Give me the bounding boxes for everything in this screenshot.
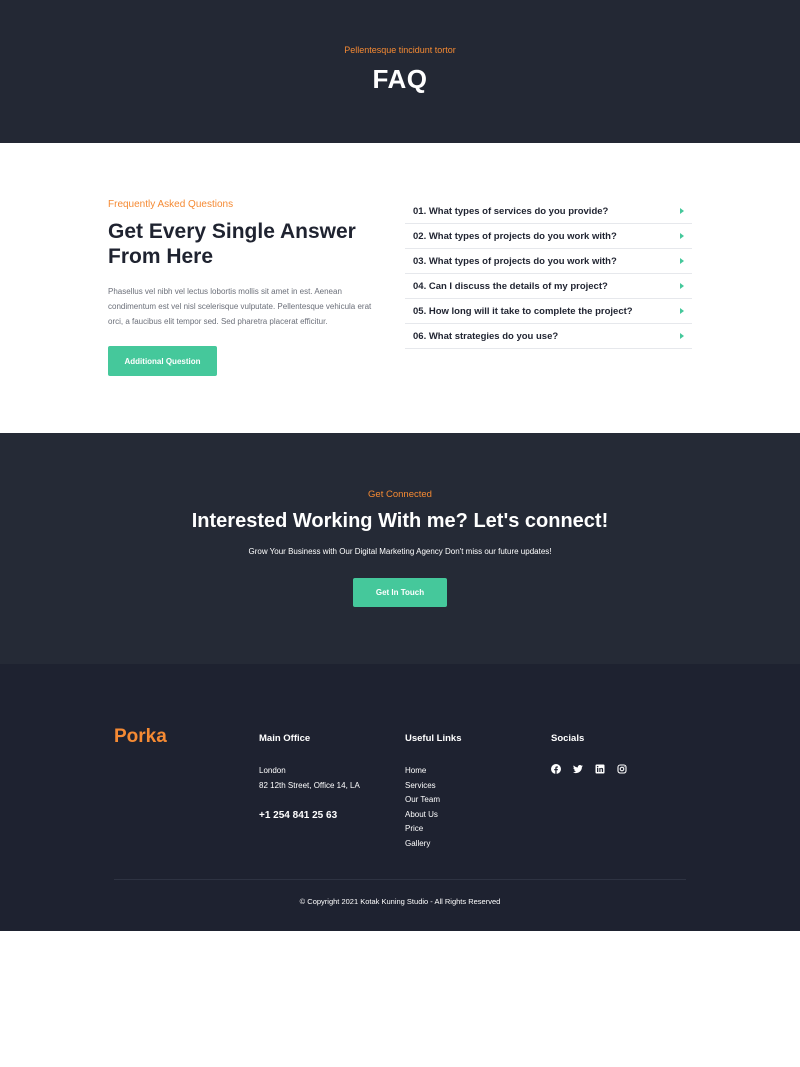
footer-link-services[interactable]: Services	[405, 781, 440, 796]
page-title: FAQ	[372, 64, 428, 94]
faq-question: 02. What types of projects do you work w…	[413, 230, 617, 242]
footer-link-home[interactable]: Home	[405, 766, 440, 781]
connect-subtitle: Grow Your Business with Our Digital Mark…	[248, 547, 552, 556]
footer-link-gallery[interactable]: Gallery	[405, 839, 440, 854]
footer-link-about-us[interactable]: About Us	[405, 810, 440, 825]
main-office-title: Main Office	[259, 733, 311, 744]
caret-right-icon	[680, 208, 684, 214]
faq-question: 06. What strategies do you use?	[413, 330, 559, 342]
page-hero: Pellentesque tincidunt tortor FAQ	[0, 0, 800, 143]
caret-right-icon	[680, 258, 684, 264]
useful-links-list: Home Services Our Team About Us Price Ga…	[405, 766, 440, 854]
office-phone[interactable]: +1 254 841 25 63	[259, 810, 337, 821]
caret-right-icon	[680, 333, 684, 339]
socials-title: Socials	[551, 733, 585, 744]
faq-item-3[interactable]: 03. What types of projects do you work w…	[405, 249, 692, 274]
instagram-icon[interactable]	[617, 764, 627, 774]
social-links	[551, 764, 627, 774]
connect-heading: Interested Working With me? Let's connec…	[191, 510, 609, 532]
faq-question: 03. What types of projects do you work w…	[413, 255, 617, 267]
facebook-icon[interactable]	[551, 764, 561, 774]
linkedin-icon[interactable]	[595, 764, 605, 774]
footer-link-price[interactable]: Price	[405, 824, 440, 839]
faq-item-1[interactable]: 01. What types of services do you provid…	[405, 199, 692, 224]
twitter-icon[interactable]	[573, 764, 583, 774]
copyright-text: © Copyright 2021 Kotak Kuning Studio - A…	[299, 897, 501, 906]
connect-kicker: Get Connected	[368, 489, 432, 500]
footer-link-our-team[interactable]: Our Team	[405, 795, 440, 810]
get-in-touch-button[interactable]: Get In Touch	[353, 578, 447, 607]
footer-divider	[114, 879, 686, 880]
faq-heading: Get Every Single Answer From Here	[108, 220, 356, 268]
connect-section: Get Connected Interested Working With me…	[0, 433, 800, 664]
faq-question: 04. Can I discuss the details of my proj…	[413, 280, 608, 292]
faq-question: 05. How long will it take to complete th…	[413, 305, 633, 317]
additional-question-button[interactable]: Additional Question	[108, 346, 217, 376]
site-footer: Porka Main Office London 82 12th Street,…	[0, 664, 800, 931]
faq-section: Frequently Asked Questions Get Every Sin…	[0, 143, 800, 433]
faq-item-6[interactable]: 06. What strategies do you use?	[405, 324, 692, 349]
useful-links-title: Useful Links	[405, 733, 462, 744]
footer-logo[interactable]: Porka	[114, 726, 167, 748]
faq-accordion: 01. What types of services do you provid…	[405, 199, 692, 349]
caret-right-icon	[680, 233, 684, 239]
faq-item-4[interactable]: 04. Can I discuss the details of my proj…	[405, 274, 692, 299]
office-city: London	[259, 766, 286, 775]
faq-kicker: Frequently Asked Questions	[108, 199, 234, 210]
faq-item-2[interactable]: 02. What types of projects do you work w…	[405, 224, 692, 249]
faq-item-5[interactable]: 05. How long will it take to complete th…	[405, 299, 692, 324]
office-address: 82 12th Street, Office 14, LA	[259, 781, 360, 790]
faq-question: 01. What types of services do you provid…	[413, 205, 609, 217]
faq-description: Phasellus vel nibh vel lectus lobortis m…	[108, 287, 372, 326]
hero-kicker: Pellentesque tincidunt tortor	[344, 45, 456, 55]
caret-right-icon	[680, 283, 684, 289]
caret-right-icon	[680, 308, 684, 314]
